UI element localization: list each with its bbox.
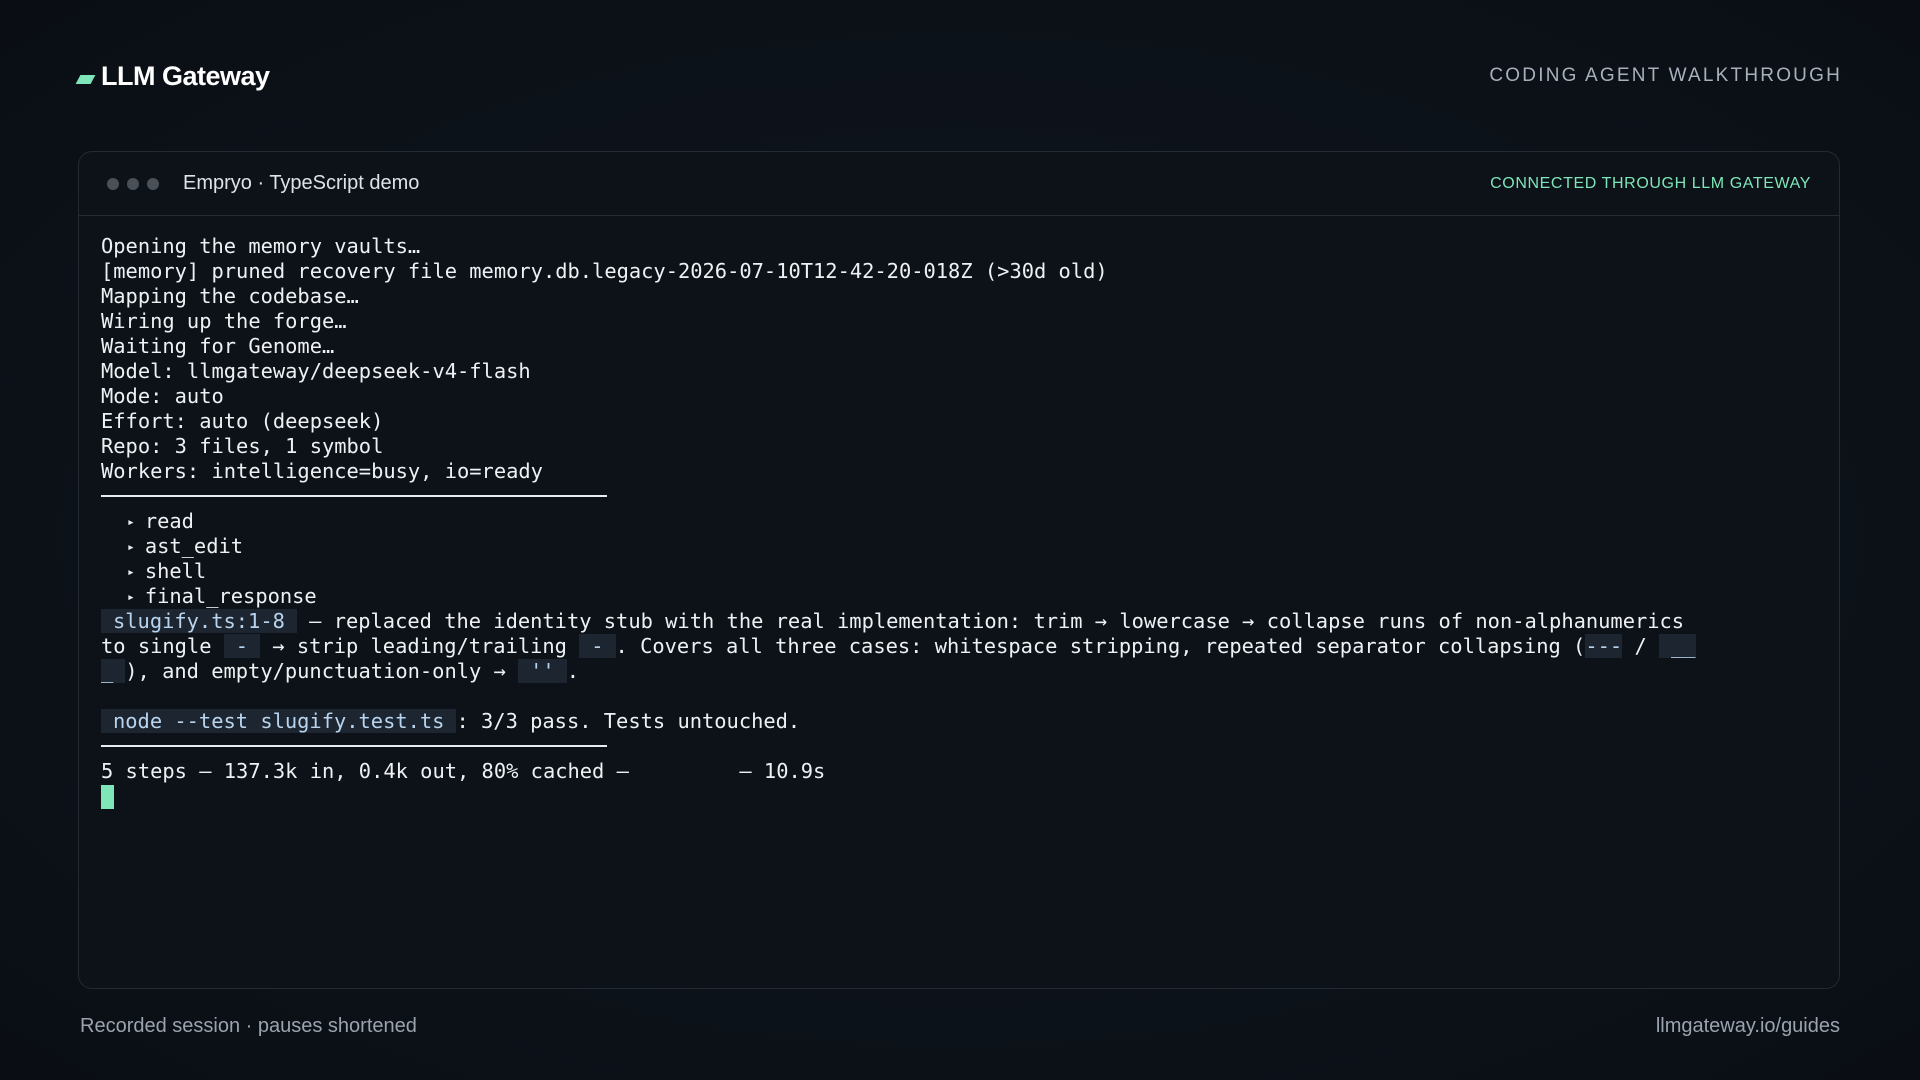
window-dot-icon[interactable] [107, 177, 119, 190]
summary-text: → strip leading/trailing [260, 634, 580, 658]
tool-name: final_response [144, 584, 317, 608]
connection-status: CONNECTED THROUGH LLM GATEWAY [1490, 174, 1811, 192]
tool-name: ast_edit [144, 534, 244, 558]
terminal-line: Mode: auto [101, 384, 224, 408]
tool-name: shell [144, 559, 207, 583]
footer-link[interactable]: llmgateway.io/guides [1656, 1015, 1840, 1038]
agent-summary: slugify.ts:1-8 — replaced the identity s… [101, 609, 1696, 684]
separator-rule [101, 484, 1817, 509]
inline-code: - [579, 634, 616, 658]
summary-text: . [566, 659, 579, 683]
page-header: LLM Gateway CODING AGENT WALKTHROUGH [75, 54, 1842, 98]
brand-name: LLM Gateway [101, 60, 270, 91]
inline-code: - [223, 634, 261, 658]
terminal-line: Waiting for Genome… [101, 334, 335, 358]
terminal-line: [memory] pruned recovery file memory.db.… [101, 259, 1108, 283]
tool-call-item: ▸ shell [101, 559, 1817, 584]
brand-mark-icon [75, 74, 96, 84]
tool-call-item: ▸ read [101, 509, 1817, 534]
inline-code: --- [1585, 634, 1623, 658]
window-controls [107, 177, 159, 190]
summary-text: . Covers all three cases: whitespace str… [615, 634, 1586, 658]
triangle-right-icon: ▸ [127, 515, 135, 530]
terminal-line: Workers: intelligence=busy, io=ready [101, 459, 543, 483]
terminal-line: Wiring up the forge… [101, 309, 347, 333]
terminal-line: Effort: auto (deepseek) [101, 409, 384, 433]
terminal-window: Empryo · TypeScript demo CONNECTED THROU… [78, 151, 1840, 989]
test-command[interactable]: node --test slugify.test.ts [101, 709, 457, 733]
header-tagline: CODING AGENT WALKTHROUGH [1489, 65, 1842, 86]
terminal-line: Opening the memory vaults… [101, 234, 421, 258]
terminal-output[interactable]: Opening the memory vaults… [memory] prun… [79, 216, 1839, 809]
test-result-line: node --test slugify.test.ts: 3/3 pass. T… [101, 709, 1817, 734]
test-result: : 3/3 pass. Tests untouched. [456, 709, 801, 733]
inline-code: '' [518, 659, 567, 683]
terminal-line: Model: llmgateway/deepseek-v4-flash [101, 359, 531, 383]
tool-call-item: ▸ ast_edit [101, 534, 1817, 559]
tool-name: read [144, 509, 194, 533]
brand-logo[interactable]: LLM Gateway [75, 60, 270, 92]
window-dot-icon[interactable] [127, 177, 139, 190]
separator-rule [101, 734, 1817, 759]
footer-note: Recorded session · pauses shortened [80, 1015, 417, 1037]
prompt-line[interactable] [101, 784, 1817, 809]
tool-call-item: ▸ final_response [101, 584, 1817, 609]
triangle-right-icon: ▸ [127, 540, 135, 555]
window-titlebar: Empryo · TypeScript demo CONNECTED THROU… [79, 152, 1839, 216]
terminal-cursor [101, 785, 114, 809]
window-dot-icon[interactable] [147, 177, 159, 190]
summary-text: / [1622, 634, 1660, 658]
summary-text: ), and empty/punctuation-only → [125, 659, 519, 683]
terminal-line: Mapping the codebase… [101, 284, 359, 308]
file-reference[interactable]: slugify.ts:1-8 [101, 609, 297, 633]
triangle-right-icon: ▸ [127, 565, 135, 580]
page-footer: Recorded session · pauses shortened llmg… [80, 1015, 1840, 1038]
window-title: Empryo · TypeScript demo [183, 172, 420, 194]
triangle-right-icon: ▸ [127, 590, 135, 605]
run-stats: 5 steps — 137.3k in, 0.4k out, 80% cache… [101, 759, 826, 783]
terminal-line: Repo: 3 files, 1 symbol [101, 434, 384, 458]
